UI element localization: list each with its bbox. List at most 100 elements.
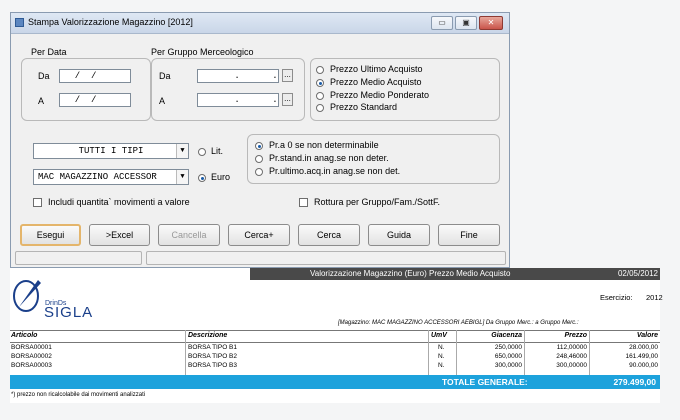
- radio-prezzo-medio-ponderato[interactable]: [316, 92, 324, 100]
- radio-prezzo-medio-acquisto[interactable]: [316, 79, 324, 87]
- row-umv: N.: [438, 362, 445, 369]
- prezzo-standard-label[interactable]: Prezzo Standard: [330, 102, 397, 112]
- row-prezzo: 248,46000: [556, 353, 587, 360]
- gruppo-da-browse-button[interactable]: ...: [282, 69, 293, 82]
- euro-label[interactable]: Euro: [211, 172, 230, 182]
- chevron-down-icon[interactable]: ▼: [176, 144, 188, 158]
- chevron-down-icon[interactable]: ▼: [176, 170, 188, 184]
- report-title: Valorizzazione Magazzino (Euro) Prezzo M…: [310, 269, 511, 278]
- status-panel-right: [146, 251, 506, 265]
- footnote: *) prezzo non ricalcolabile dai moviment…: [11, 392, 146, 398]
- stampa-valorizzazione-dialog: Stampa Valorizzazione Magazzino [2012] ▭…: [10, 12, 510, 268]
- rottura-label[interactable]: Rottura per Gruppo/Fam./SottF.: [314, 197, 440, 207]
- radio-prezzo-stand-anag[interactable]: [255, 155, 263, 163]
- cerca-button[interactable]: Cerca: [298, 224, 360, 246]
- tipo-combo-value: TUTTI I TIPI: [78, 146, 144, 156]
- col-prezzo: Prezzo: [564, 332, 587, 339]
- row-articolo: BORSA00002: [11, 353, 52, 360]
- row-prezzo: 112,00000: [556, 344, 587, 351]
- includi-checkbox[interactable]: [33, 198, 42, 207]
- radio-prezzo-standard[interactable]: [316, 104, 324, 112]
- col-valore: Valore: [636, 332, 658, 339]
- esegui-button[interactable]: Esegui: [20, 224, 81, 246]
- tipo-combo[interactable]: TUTTI I TIPI ▼: [33, 143, 189, 159]
- total-label: TOTALE GENERALE:: [442, 377, 528, 387]
- per-gruppo-label: Per Gruppo Merceologico: [151, 47, 254, 57]
- gruppo-a-field[interactable]: . .: [197, 93, 279, 107]
- row-articolo: BORSA00001: [11, 344, 52, 351]
- row-descrizione: BORSA TIPO B2: [188, 353, 238, 360]
- cerca-plus-button[interactable]: Cerca+: [228, 224, 290, 246]
- esercizio-value: 2012: [646, 293, 663, 302]
- radio-euro[interactable]: [198, 174, 206, 182]
- filter-text: [Magazzino: MAC MAGAZZINO ACCESSORI AEBI…: [338, 320, 579, 326]
- table-row: BORSA00001 BORSA TIPO B1 N. 250,0000 112…: [10, 343, 660, 352]
- total-bar: TOTALE GENERALE: 279.499,00: [10, 375, 660, 389]
- logo-text: SIGLA: [44, 304, 94, 321]
- data-da-label: Da: [38, 71, 50, 81]
- prezzo-medio-acquisto-label[interactable]: Prezzo Medio Acquisto: [330, 77, 422, 87]
- total-value: 279.499,00: [613, 377, 656, 387]
- row-umv: N.: [438, 344, 445, 351]
- prezzo-stand-anag-label[interactable]: Pr.stand.in anag.se non deter.: [269, 153, 389, 163]
- sigla-logo-icon: [13, 280, 41, 312]
- close-button[interactable]: ✕: [479, 16, 503, 30]
- row-prezzo: 300,00000: [556, 362, 587, 369]
- app-icon: [15, 18, 24, 27]
- row-descrizione: BORSA TIPO B3: [188, 362, 238, 369]
- row-valore: 90.000,00: [629, 362, 658, 369]
- gruppo-da-label: Da: [159, 71, 171, 81]
- report-date: 02/05/2012: [617, 269, 658, 278]
- prezzo-zero-group: Pr.a 0 se non determinabile Pr.stand.in …: [247, 134, 500, 184]
- guida-button[interactable]: Guida: [368, 224, 430, 246]
- table-row: BORSA00003 BORSA TIPO B3 N. 300,0000 300…: [10, 361, 660, 370]
- report-preview: Valorizzazione Magazzino (Euro) Prezzo M…: [10, 268, 663, 403]
- radio-lit[interactable]: [198, 148, 206, 156]
- minimize-button[interactable]: ▭: [431, 16, 453, 30]
- col-articolo: Articolo: [11, 332, 38, 339]
- row-giacenza: 250,0000: [494, 344, 522, 351]
- window-title: Stampa Valorizzazione Magazzino [2012]: [28, 17, 193, 27]
- col-descrizione: Descrizione: [188, 332, 228, 339]
- prezzo-options-group: Prezzo Ultimo Acquisto Prezzo Medio Acqu…: [310, 58, 500, 121]
- row-articolo: BORSA00003: [11, 362, 52, 369]
- data-da-field[interactable]: / /: [59, 69, 131, 83]
- prezzo-medio-ponderato-label[interactable]: Prezzo Medio Ponderato: [330, 90, 429, 100]
- prezzo-ultimo-label[interactable]: Prezzo Ultimo Acquisto: [330, 64, 423, 74]
- magazzino-combo[interactable]: MAC MAGAZZINO ACCESSOR ▼: [33, 169, 189, 185]
- row-valore: 161.499,00: [625, 353, 658, 360]
- excel-button[interactable]: >Excel: [89, 224, 150, 246]
- includi-label[interactable]: Includi quantita` movimenti a valore: [48, 197, 190, 207]
- radio-prezzo-ultimo-anag[interactable]: [255, 168, 263, 176]
- gruppo-a-browse-button[interactable]: ...: [282, 93, 293, 106]
- per-data-group: Da / / A / /: [21, 58, 151, 121]
- fine-button[interactable]: Fine: [438, 224, 500, 246]
- row-giacenza: 650,0000: [494, 353, 522, 360]
- per-gruppo-group: Da . . ... A . . ...: [151, 58, 305, 121]
- prezzo-ultimo-anag-label[interactable]: Pr.ultimo.acq.in anag.se non det.: [269, 166, 400, 176]
- col-umv: UmV: [431, 332, 447, 339]
- radio-prezzo-zero[interactable]: [255, 142, 263, 150]
- data-a-field[interactable]: / /: [59, 93, 131, 107]
- status-panel-left: [15, 251, 142, 265]
- row-valore: 28.000,00: [629, 344, 658, 351]
- data-a-label: A: [38, 96, 45, 106]
- per-data-label: Per Data: [31, 47, 67, 57]
- maximize-button[interactable]: ▣: [455, 16, 477, 30]
- radio-prezzo-ultimo[interactable]: [316, 66, 324, 74]
- rottura-checkbox[interactable]: [299, 198, 308, 207]
- lit-label[interactable]: Lit.: [211, 146, 223, 156]
- row-umv: N.: [438, 353, 445, 360]
- prezzo-zero-label[interactable]: Pr.a 0 se non determinabile: [269, 140, 379, 150]
- table-row: BORSA00002 BORSA TIPO B2 N. 650,0000 248…: [10, 352, 660, 361]
- report-table-header: Articolo Descrizione UmV Giacenza Prezzo…: [10, 330, 660, 343]
- gruppo-a-label: A: [159, 96, 166, 106]
- row-descrizione: BORSA TIPO B1: [188, 344, 238, 351]
- col-giacenza: Giacenza: [491, 332, 522, 339]
- title-bar[interactable]: Stampa Valorizzazione Magazzino [2012] ▭…: [11, 13, 509, 34]
- esercizio-label: Esercizio:: [600, 293, 633, 302]
- row-giacenza: 300,0000: [494, 362, 522, 369]
- cancella-button[interactable]: Cancella: [158, 224, 220, 246]
- report-header-bar: Valorizzazione Magazzino (Euro) Prezzo M…: [250, 268, 660, 280]
- gruppo-da-field[interactable]: . .: [197, 69, 279, 83]
